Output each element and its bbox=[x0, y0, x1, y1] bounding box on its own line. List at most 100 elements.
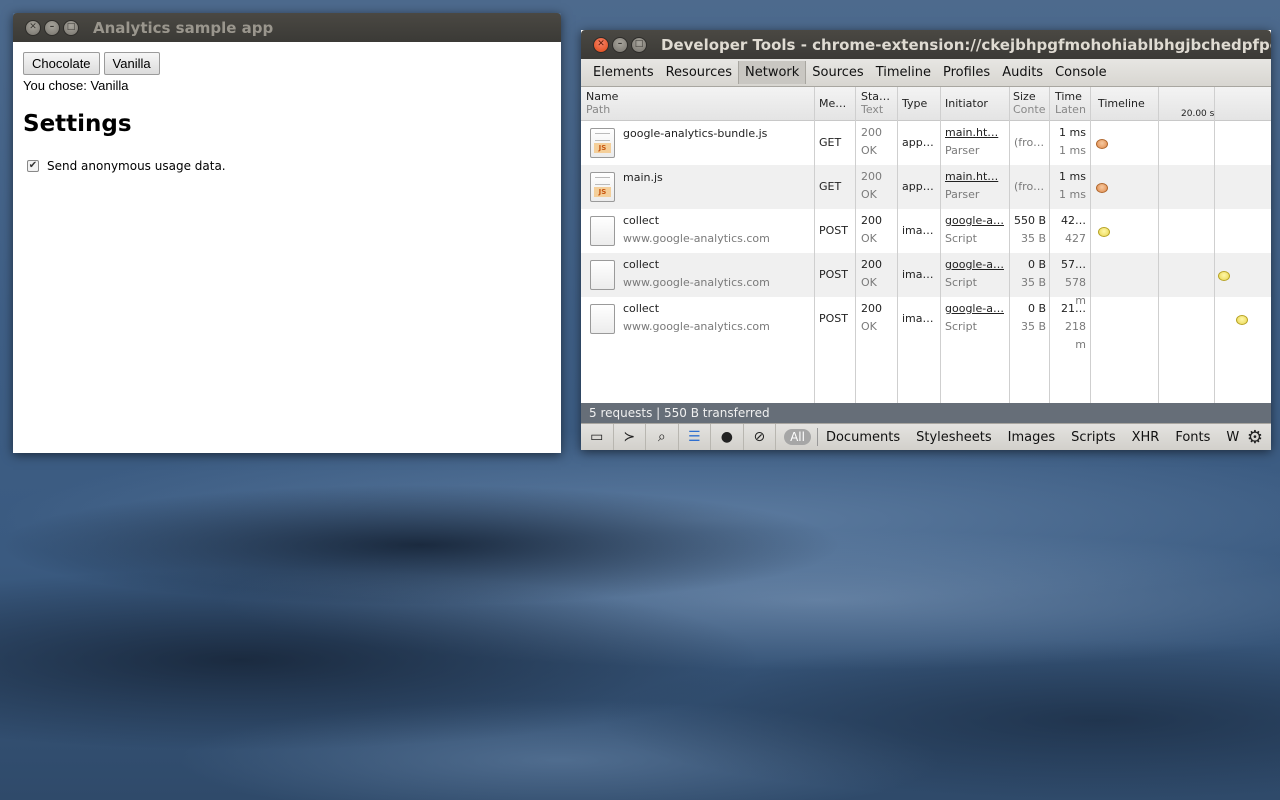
request-latency: 1 ms bbox=[1059, 144, 1086, 157]
column-divider[interactable] bbox=[1049, 87, 1050, 412]
column-name-label: Name bbox=[586, 90, 619, 103]
js-file-icon: JS bbox=[590, 128, 615, 158]
request-path: www.google-analytics.com bbox=[623, 276, 770, 289]
tab-elements[interactable]: Elements bbox=[587, 61, 660, 84]
app-content: Chocolate Vanilla You chose: Vanilla Sett… bbox=[13, 42, 561, 453]
request-status-text: OK bbox=[861, 144, 877, 157]
timeline-bar bbox=[1096, 183, 1108, 193]
column-status-label: Sta… bbox=[861, 90, 891, 103]
filter-stylesheets[interactable]: Stylesheets bbox=[908, 430, 1000, 445]
request-time: 1 ms bbox=[1059, 170, 1086, 183]
request-status-text: OK bbox=[861, 232, 877, 245]
minimize-icon[interactable]: – bbox=[44, 19, 60, 36]
filter-fonts[interactable]: Fonts bbox=[1167, 430, 1218, 445]
column-size[interactable]: Size Conte bbox=[1013, 90, 1045, 116]
large-rows-icon[interactable]: ☰ bbox=[679, 424, 712, 450]
column-latency-label: Laten bbox=[1055, 103, 1086, 116]
close-icon[interactable]: ✕ bbox=[593, 36, 609, 53]
app-window-title: Analytics sample app bbox=[93, 18, 274, 37]
request-status-text: OK bbox=[861, 188, 877, 201]
column-type[interactable]: Type bbox=[902, 97, 927, 110]
request-initiator-link[interactable]: google-a… bbox=[945, 212, 1004, 230]
column-divider[interactable] bbox=[814, 87, 815, 412]
tab-timeline[interactable]: Timeline bbox=[870, 61, 937, 84]
close-icon[interactable]: ✕ bbox=[25, 19, 41, 36]
timeline-gridline bbox=[1158, 87, 1159, 412]
column-initiator[interactable]: Initiator bbox=[945, 97, 988, 110]
vanilla-button[interactable]: Vanilla bbox=[103, 52, 160, 75]
column-time[interactable]: Time Laten bbox=[1055, 90, 1086, 116]
network-request-table: Name Path Me… Sta… Text Type Initiator S… bbox=[581, 87, 1271, 412]
tab-audits[interactable]: Audits bbox=[996, 61, 1049, 84]
settings-heading: Settings bbox=[23, 111, 132, 137]
request-method: POST bbox=[819, 312, 848, 325]
filter-images[interactable]: Images bbox=[1000, 430, 1064, 445]
console-drawer-icon[interactable]: ≻ bbox=[614, 424, 647, 450]
gear-icon[interactable]: ⚙ bbox=[1239, 424, 1271, 450]
request-initiator-type: Script bbox=[945, 232, 977, 245]
usage-data-checkbox[interactable]: ✔ bbox=[27, 160, 39, 172]
filter-all[interactable]: All bbox=[784, 429, 811, 445]
tab-sources[interactable]: Sources bbox=[806, 61, 869, 84]
request-size: 0 B bbox=[1027, 302, 1046, 315]
column-divider[interactable] bbox=[940, 87, 941, 412]
maximize-icon[interactable]: □ bbox=[631, 36, 647, 53]
blank-file-icon bbox=[590, 304, 615, 334]
maximize-icon[interactable]: □ bbox=[63, 19, 79, 36]
column-divider[interactable] bbox=[897, 87, 898, 412]
devtools-bottom-toolbar: ▭ ≻ ⌕ ☰ ● ⊘ All Documents Stylesheets Im… bbox=[581, 423, 1271, 450]
filter-documents[interactable]: Documents bbox=[818, 430, 908, 445]
column-name[interactable]: Name Path bbox=[586, 90, 618, 116]
timeline-bar bbox=[1236, 315, 1248, 325]
tab-network[interactable]: Network bbox=[738, 61, 807, 84]
blank-file-icon bbox=[590, 216, 615, 246]
search-icon[interactable]: ⌕ bbox=[646, 424, 679, 450]
request-content-size: 35 B bbox=[1020, 320, 1046, 333]
devtools-window-title: Developer Tools - chrome-extension://cke… bbox=[661, 35, 1271, 54]
request-name: main.js bbox=[623, 171, 663, 184]
column-divider[interactable] bbox=[1090, 87, 1091, 412]
tab-profiles[interactable]: Profiles bbox=[937, 61, 996, 84]
request-time: 1 ms bbox=[1059, 126, 1086, 139]
column-path-label: Path bbox=[586, 103, 611, 116]
column-content-label: Conte bbox=[1013, 103, 1046, 116]
table-row[interactable]: collect www.google-analytics.com POST 20… bbox=[581, 297, 1271, 351]
request-time: 57… bbox=[1061, 258, 1086, 271]
request-initiator-link[interactable]: main.ht… bbox=[945, 124, 998, 142]
column-divider[interactable] bbox=[855, 87, 856, 412]
js-file-icon: JS bbox=[590, 172, 615, 202]
analytics-app-window: ✕ – □ Analytics sample app Chocolate Vani… bbox=[13, 13, 561, 453]
table-row[interactable]: collect www.google-analytics.com POST 20… bbox=[581, 209, 1271, 263]
usage-data-option[interactable]: ✔ Send anonymous usage data. bbox=[27, 159, 551, 173]
column-method[interactable]: Me… bbox=[819, 97, 846, 110]
column-divider[interactable] bbox=[1009, 87, 1010, 412]
request-time: 42… bbox=[1061, 214, 1086, 227]
request-method: POST bbox=[819, 268, 848, 281]
table-row[interactable]: JS google-analytics-bundle.js GET 200 OK… bbox=[581, 121, 1271, 165]
tab-resources[interactable]: Resources bbox=[660, 61, 738, 84]
column-status[interactable]: Sta… Text bbox=[861, 90, 890, 116]
table-header: Name Path Me… Sta… Text Type Initiator S… bbox=[581, 87, 1271, 121]
request-method: POST bbox=[819, 224, 848, 237]
clear-icon[interactable]: ⊘ bbox=[744, 424, 777, 450]
filter-scripts[interactable]: Scripts bbox=[1063, 430, 1123, 445]
table-row[interactable]: JS main.js GET 200 OK app… main.ht… Pars… bbox=[581, 165, 1271, 209]
tab-console[interactable]: Console bbox=[1049, 61, 1113, 84]
timeline-gridline bbox=[1214, 87, 1215, 412]
column-timeline[interactable]: Timeline bbox=[1098, 97, 1145, 110]
table-row[interactable]: collect www.google-analytics.com POST 20… bbox=[581, 253, 1271, 307]
request-initiator-link[interactable]: main.ht… bbox=[945, 168, 998, 186]
timeline-bar bbox=[1218, 271, 1230, 281]
request-time: 21… bbox=[1061, 302, 1086, 315]
record-icon[interactable]: ● bbox=[711, 424, 744, 450]
dock-icon[interactable]: ▭ bbox=[581, 424, 614, 450]
request-method: GET bbox=[819, 180, 842, 193]
filter-xhr[interactable]: XHR bbox=[1124, 430, 1168, 445]
minimize-icon[interactable]: – bbox=[612, 36, 628, 53]
request-initiator-link[interactable]: google-a… bbox=[945, 256, 1004, 274]
request-status: 200 bbox=[861, 302, 882, 315]
timeline-marker-label: 20.00 s bbox=[1181, 109, 1215, 119]
blank-file-icon bbox=[590, 260, 615, 290]
request-initiator-link[interactable]: google-a… bbox=[945, 300, 1004, 318]
chocolate-button[interactable]: Chocolate bbox=[23, 52, 100, 75]
